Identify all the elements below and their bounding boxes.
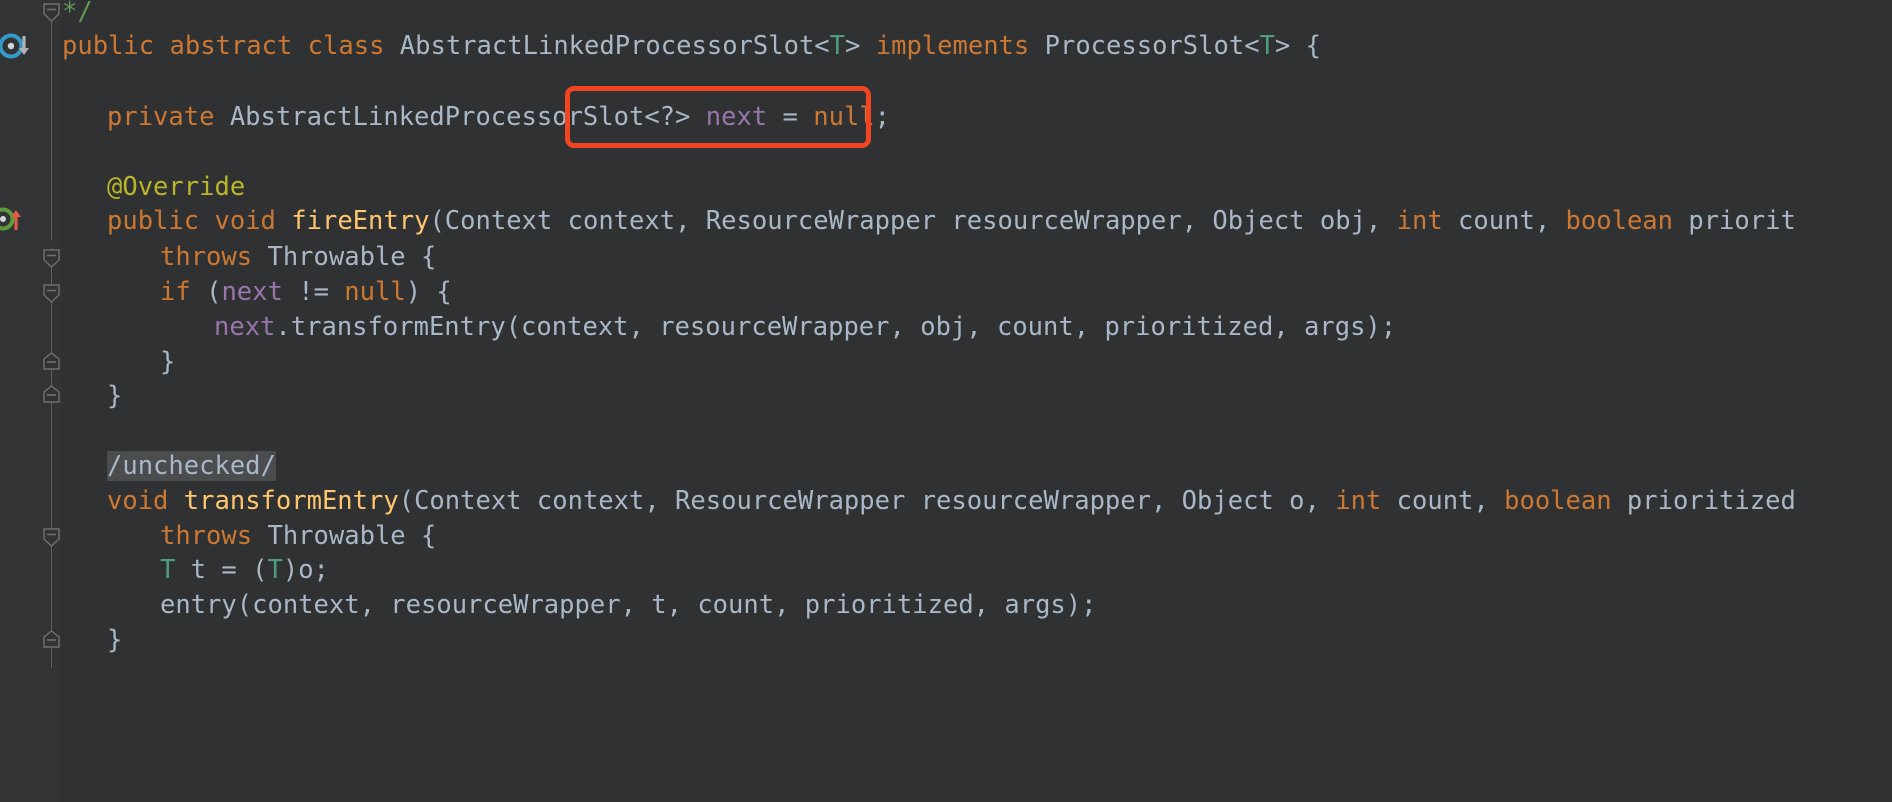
line-class-declaration-token-4: class xyxy=(307,31,385,61)
fold-marker-second-method-end[interactable] xyxy=(42,630,61,648)
line-fire-entry-signature-token-7: count, xyxy=(1442,206,1566,236)
line-fire-entry-signature-token-0: public xyxy=(107,206,200,236)
line-field-next-token-4: null xyxy=(813,102,875,132)
line-field-next-token-3: = xyxy=(767,102,814,132)
line-class-declaration-token-0: public xyxy=(62,31,155,61)
line-field-next-token-2: next xyxy=(705,102,768,132)
fold-marker-method-start[interactable] xyxy=(42,248,61,268)
line-override-annotation[interactable]: @Override xyxy=(107,170,245,205)
line-close-transform-entry[interactable]: } xyxy=(107,623,122,658)
line-cast-t-token-1: t = ( xyxy=(175,555,268,585)
line-close-if-token-0: } xyxy=(160,347,176,377)
line-fire-entry-throws-token-1: Throwable { xyxy=(252,242,437,272)
line-class-declaration-token-3 xyxy=(292,31,307,61)
line-class-declaration-token-2: abstract xyxy=(169,31,293,61)
line-field-next[interactable]: private AbstractLinkedProcessorSlot<?> n… xyxy=(107,100,890,135)
line-close-transform-entry-token-0: } xyxy=(107,625,123,655)
line-class-declaration-token-1 xyxy=(154,31,169,61)
line-fire-entry-signature-token-4: fireEntry xyxy=(291,206,430,236)
fold-marker-block-start[interactable] xyxy=(42,283,61,303)
code-editor[interactable]: */public abstract class AbstractLinkedPr… xyxy=(0,0,1892,802)
line-transform-entry-signature[interactable]: void transformEntry(Context context, Res… xyxy=(107,484,1796,519)
line-transform-entry-signature-token-1 xyxy=(168,486,183,516)
line-field-next-token-1: AbstractLinkedProcessorSlot<?> xyxy=(214,102,706,132)
line-cast-t-token-3: )o; xyxy=(282,555,329,585)
line-field-next-token-0: private xyxy=(107,102,215,132)
line-override-annotation-token-0: @Override xyxy=(107,172,246,202)
line-transform-entry-signature-token-5: count, xyxy=(1381,486,1505,516)
line-if-next-not-null-token-2: next xyxy=(221,277,283,307)
line-if-next-not-null-token-4: null xyxy=(344,277,406,307)
line-transform-entry-signature-token-3: (Context context, ResourceWrapper resour… xyxy=(398,486,1336,516)
line-entry-call-token-0: entry(context, resourceWrapper, t, count… xyxy=(160,590,1097,620)
line-fire-entry-signature-token-2: void xyxy=(214,206,276,236)
line-transform-entry-signature-token-4: int xyxy=(1335,486,1382,516)
line-class-declaration-token-5: AbstractLinkedProcessorSlot< xyxy=(384,31,830,61)
line-next-transform-entry[interactable]: next.transformEntry(context, resourceWra… xyxy=(214,310,1396,345)
line-close-if[interactable]: } xyxy=(160,345,175,380)
line-field-next-token-5: ; xyxy=(874,102,891,132)
line-transform-entry-throws-token-0: throws xyxy=(160,521,253,551)
overriding-method-icon[interactable] xyxy=(0,205,34,237)
line-class-declaration-token-10: T xyxy=(1259,31,1275,61)
line-class-declaration-token-7: > xyxy=(845,31,876,61)
code-text-area[interactable]: */public abstract class AbstractLinkedPr… xyxy=(62,0,1892,802)
line-cast-t-token-2: T xyxy=(267,555,283,585)
line-cast-t[interactable]: T t = (T)o; xyxy=(160,553,329,588)
line-unchecked-comment[interactable]: /unchecked/ xyxy=(107,449,276,484)
line-fire-entry-signature-token-8: boolean xyxy=(1565,206,1673,236)
fold-marker-method-end[interactable] xyxy=(42,385,61,403)
fold-rail-mid xyxy=(51,248,52,408)
line-transform-entry-signature-token-6: boolean xyxy=(1504,486,1612,516)
line-class-declaration-token-9: ProcessorSlot< xyxy=(1029,31,1260,61)
line-transform-entry-signature-token-0: void xyxy=(107,486,169,516)
line-fire-entry-signature[interactable]: public void fireEntry(Context context, R… xyxy=(107,204,1796,239)
line-close-fire-entry-token-0: } xyxy=(107,381,123,411)
gutter-annotation-strip[interactable] xyxy=(0,0,30,802)
line-next-transform-entry-token-0: next xyxy=(214,312,276,342)
line-transform-entry-signature-token-7: prioritized xyxy=(1611,486,1796,516)
line-transform-entry-throws[interactable]: throws Throwable { xyxy=(160,519,436,554)
line-comment-close-token-0: */ xyxy=(62,0,93,27)
line-unchecked-comment-token-0: /unchecked/ xyxy=(107,451,276,481)
line-fire-entry-signature-token-9: priorit xyxy=(1673,206,1796,236)
line-fire-entry-throws[interactable]: throws Throwable { xyxy=(160,240,436,275)
line-class-declaration-token-8: implements xyxy=(875,31,1030,61)
line-if-next-not-null-token-5: ) { xyxy=(405,277,452,307)
line-next-transform-entry-token-1: .transformEntry(context, resourceWrapper… xyxy=(275,312,1397,342)
implementing-method-icon[interactable] xyxy=(0,33,40,65)
line-fire-entry-signature-token-6: int xyxy=(1396,206,1443,236)
fold-rail-upper xyxy=(51,10,52,240)
line-transform-entry-signature-token-2: transformEntry xyxy=(183,486,399,516)
fold-marker-comment-end[interactable] xyxy=(42,2,61,22)
fold-marker-block-end[interactable] xyxy=(42,352,61,370)
fold-marker-second-method-start[interactable] xyxy=(42,527,61,547)
line-if-next-not-null-token-1: ( xyxy=(190,277,222,307)
line-transform-entry-throws-token-1: Throwable { xyxy=(252,521,437,551)
line-if-next-not-null[interactable]: if (next != null) { xyxy=(160,275,452,310)
line-fire-entry-signature-token-3 xyxy=(276,206,291,236)
line-class-declaration-token-6: T xyxy=(829,31,846,61)
line-class-declaration-token-11: > { xyxy=(1274,31,1321,61)
line-fire-entry-throws-token-0: throws xyxy=(160,242,253,272)
line-entry-call[interactable]: entry(context, resourceWrapper, t, count… xyxy=(160,588,1097,623)
line-if-next-not-null-token-3: != xyxy=(282,277,345,307)
line-comment-close[interactable]: */ xyxy=(62,0,93,30)
line-class-declaration[interactable]: public abstract class AbstractLinkedProc… xyxy=(62,29,1321,64)
line-cast-t-token-0: T xyxy=(160,555,176,585)
line-close-fire-entry[interactable]: } xyxy=(107,379,122,414)
line-fire-entry-signature-token-1 xyxy=(199,206,214,236)
line-fire-entry-signature-token-5: (Context context, ResourceWrapper resour… xyxy=(429,206,1397,236)
line-if-next-not-null-token-0: if xyxy=(160,277,191,307)
